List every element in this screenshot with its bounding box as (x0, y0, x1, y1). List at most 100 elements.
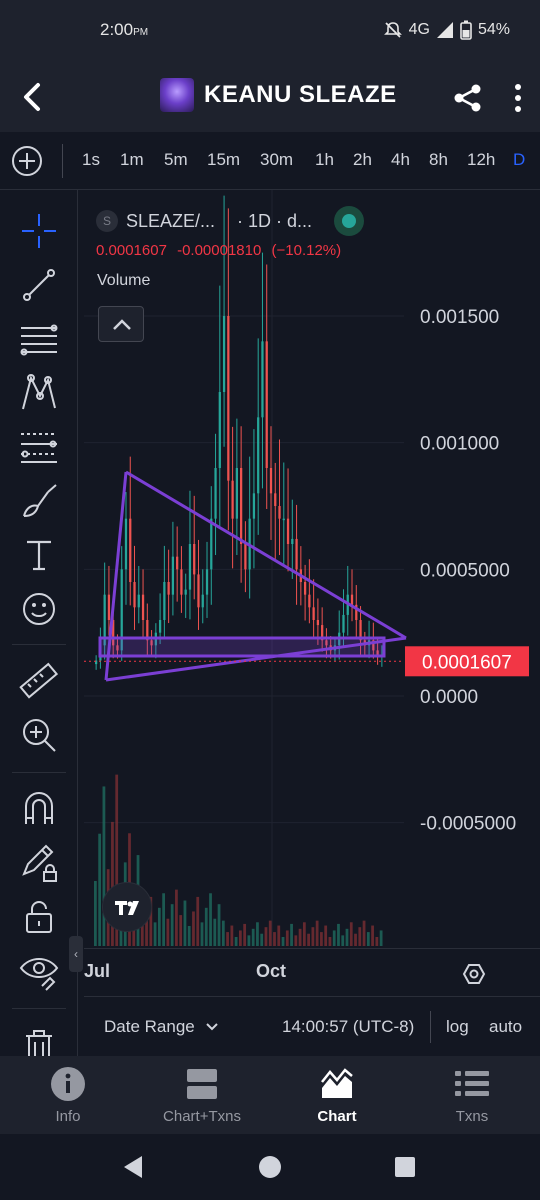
change-percent: (−10.12%) (271, 242, 342, 259)
volume-bar (345, 928, 349, 946)
volume-bar (213, 918, 217, 946)
list-icon (455, 1071, 489, 1096)
candle-body (218, 392, 221, 468)
candle-body (205, 569, 209, 595)
candle-body (124, 518, 128, 570)
volume-bar (281, 937, 285, 946)
divider (62, 144, 63, 178)
nav-home-icon[interactable] (258, 1155, 282, 1179)
volume-bar (379, 930, 383, 946)
log-scale-toggle[interactable]: log (446, 1017, 469, 1037)
volume-bar (183, 900, 187, 946)
text-tool-icon[interactable] (18, 534, 60, 576)
candle-body (303, 582, 307, 595)
tab-chart[interactable]: Chart (277, 1066, 397, 1125)
collapse-legend-button[interactable] (98, 306, 144, 342)
interval-12h[interactable]: 12h (467, 150, 513, 170)
candle-body (210, 518, 213, 570)
emoji-icon[interactable] (18, 588, 60, 630)
volume-bar (187, 926, 191, 946)
candle-body (141, 594, 145, 620)
candle-body (176, 556, 179, 570)
unlock-icon[interactable] (18, 896, 60, 938)
share-icon[interactable] (452, 82, 484, 114)
interval-15m[interactable]: 15m (207, 150, 260, 170)
candle-body (180, 569, 183, 595)
fib-retracement-icon[interactable] (18, 426, 60, 468)
price-tick: 0.0000 (420, 687, 478, 708)
interval-1d[interactable]: D (513, 150, 533, 170)
interval-4h[interactable]: 4h (391, 150, 429, 170)
auto-scale-toggle[interactable]: auto (489, 1017, 522, 1037)
volume-bar (285, 930, 289, 946)
volume-bar (94, 881, 97, 946)
tradingview-logo[interactable] (102, 882, 152, 932)
volume-bar (251, 928, 255, 946)
parallel-lines-icon[interactable] (18, 318, 60, 360)
volume-bar (230, 925, 234, 946)
status-icons: 4G 54% (383, 20, 510, 40)
candle-body (312, 607, 315, 620)
pattern-icon[interactable] (18, 372, 60, 414)
tab-label: Chart (317, 1108, 357, 1125)
interval-2h[interactable]: 2h (353, 150, 391, 170)
date-range-button[interactable]: Date Range (104, 1017, 219, 1037)
collapse-toolbar-icon[interactable]: ‹ (69, 936, 83, 972)
interval-5m[interactable]: 5m (164, 150, 207, 170)
price-tick: 0.001000 (420, 434, 499, 455)
volume-bar (366, 932, 370, 946)
area-chart-icon (321, 1068, 353, 1098)
volume-bar (341, 935, 345, 946)
system-nav-bar (0, 1134, 540, 1200)
crosshair-icon[interactable] (18, 210, 60, 252)
volume-bar (162, 893, 165, 946)
volume-bar (200, 922, 204, 946)
date-range-label: Date Range (104, 1017, 195, 1036)
trend-line-icon[interactable] (18, 264, 60, 306)
token-title: KEANU SLEAZE (160, 78, 397, 112)
nav-back-icon[interactable] (120, 1154, 146, 1180)
candle-body (158, 620, 162, 633)
info-icon (51, 1067, 85, 1101)
nav-recents-icon[interactable] (394, 1156, 416, 1178)
tab-label: Txns (455, 1108, 489, 1125)
symbol-icon: S (96, 210, 118, 232)
signal-icon (436, 22, 453, 38)
settings-icon[interactable] (462, 962, 486, 986)
symbol-name[interactable]: SLEAZE/... (126, 211, 215, 232)
tab-chart-txns[interactable]: Chart+Txns (142, 1066, 262, 1125)
tab-info[interactable]: Info (8, 1066, 128, 1125)
magnet-icon[interactable] (18, 788, 60, 830)
clock-timezone[interactable]: 14:00:57 (UTC-8) (282, 1017, 414, 1037)
ruler-icon[interactable] (18, 660, 60, 702)
back-arrow-icon[interactable] (18, 80, 48, 114)
interval-30m[interactable]: 30m (260, 150, 315, 170)
volume-bar (226, 932, 229, 946)
volume-bar (243, 923, 247, 946)
triangle-upper-line (125, 470, 407, 640)
volume-bar (349, 922, 353, 946)
candle-body (184, 589, 187, 595)
lock-pencil-icon[interactable] (18, 842, 60, 884)
tab-txns[interactable]: Txns (412, 1066, 532, 1125)
app-bar: KEANU SLEAZE (0, 62, 540, 132)
time-tick: Oct (256, 961, 287, 981)
eye-icon[interactable] (18, 950, 60, 992)
more-vertical-icon[interactable] (508, 82, 528, 114)
interval-1m[interactable]: 1m (120, 150, 164, 170)
candle-body (274, 493, 277, 506)
price-chart[interactable]: 0.001500 0.001000 0.0005000 0.0000 -0.000500… (84, 190, 540, 946)
zoom-in-icon[interactable] (18, 714, 60, 756)
volume-bar (209, 893, 212, 946)
volume-bar (196, 896, 200, 946)
candle-body (316, 620, 320, 626)
volume-bar (98, 833, 102, 946)
interval-1h[interactable]: 1h (315, 150, 353, 170)
add-interval-icon[interactable] (12, 146, 42, 176)
interval-1s[interactable]: 1s (82, 150, 120, 170)
volume-bar (264, 927, 268, 946)
brush-icon[interactable] (18, 480, 60, 522)
volume-bar (358, 927, 362, 946)
volume-bar (332, 930, 336, 946)
interval-8h[interactable]: 8h (429, 150, 467, 170)
